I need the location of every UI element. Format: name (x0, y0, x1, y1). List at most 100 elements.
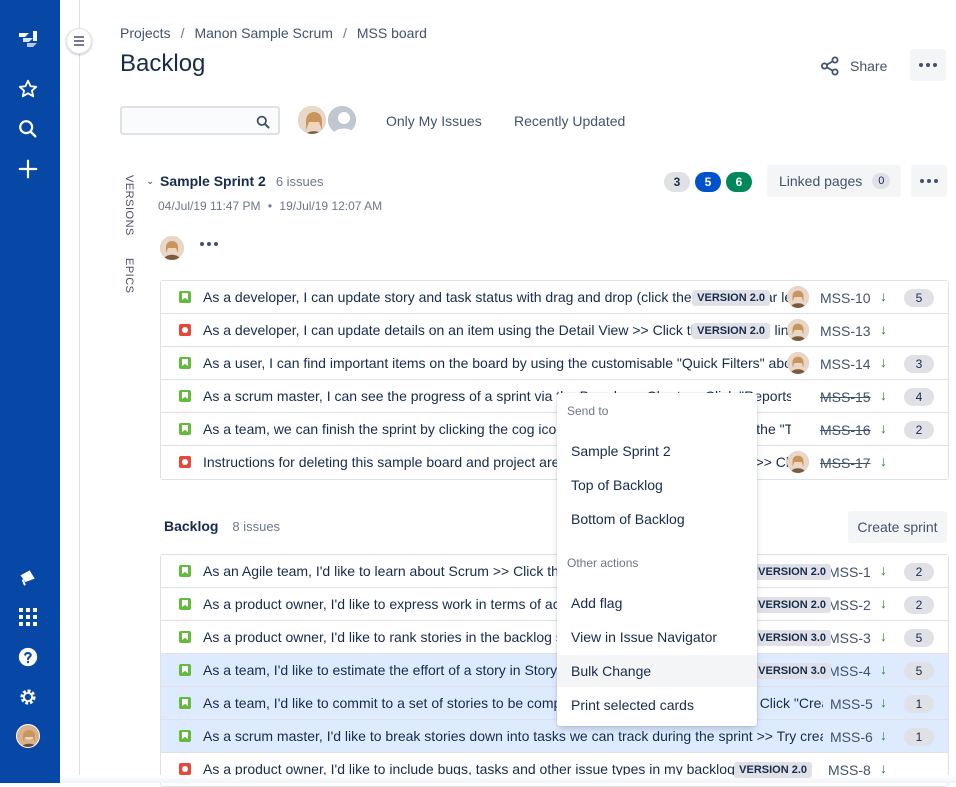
megaphone-icon[interactable] (10, 559, 46, 595)
issue-key[interactable]: MSS-6 (828, 729, 873, 745)
menu-item-bottom-of-backlog[interactable]: Bottom of Backlog (557, 503, 757, 535)
linked-pages-button[interactable]: Linked pages 0 (767, 165, 901, 197)
menu-item-view-in-issue-navigator[interactable]: View in Issue Navigator (557, 621, 757, 653)
sprint-more-button[interactable] (911, 165, 947, 197)
filter-avatar-unassigned[interactable] (326, 104, 358, 136)
collapse-sidebar-button[interactable] (66, 28, 92, 54)
menu-item-send-to-sprint[interactable]: Sample Sprint 2 (557, 435, 757, 467)
issue-key[interactable]: MSS-10 (820, 290, 871, 306)
story-icon (179, 423, 191, 435)
story-icon (179, 390, 191, 402)
search-icon[interactable] (10, 111, 46, 147)
chevron-down-icon[interactable]: ⌄ (146, 176, 160, 187)
backlog-name: Backlog (164, 518, 219, 534)
menu-item-print-selected-cards[interactable]: Print selected cards (557, 689, 757, 721)
breadcrumb-project[interactable]: Manon Sample Scrum (194, 25, 333, 41)
issue-key[interactable]: MSS-16 (820, 422, 871, 438)
share-icon (821, 56, 839, 76)
more-icon (920, 179, 938, 183)
issue-row[interactable]: As a developer, I can update details on … (161, 314, 948, 347)
sprint-start: 04/Jul/19 11:47 PM (158, 199, 261, 213)
app-switcher-icon[interactable] (10, 599, 46, 635)
menu-item-add-flag[interactable]: Add flag (557, 587, 757, 619)
search-input[interactable] (120, 106, 280, 135)
menu-icon (74, 36, 84, 46)
story-points: 1 (904, 695, 934, 713)
assignee-avatar (787, 352, 809, 374)
plus-icon[interactable] (10, 151, 46, 187)
star-icon[interactable] (10, 71, 46, 107)
issue-summary: As a scrum master, I'd like to break sto… (203, 728, 823, 744)
profile-avatar[interactable] (16, 724, 40, 748)
issue-key[interactable]: MSS-1 (828, 564, 871, 580)
story-icon (179, 697, 191, 709)
issue-row[interactable]: As a team, we can finish the sprint by c… (161, 413, 948, 446)
story-points: 5 (904, 662, 934, 680)
share-button[interactable]: Share (820, 54, 887, 78)
bottom-fade (60, 775, 956, 783)
search-icon (256, 115, 270, 129)
quick-filter-recently-updated[interactable]: Recently Updated (514, 113, 625, 129)
issue-key[interactable]: MSS-15 (820, 389, 871, 405)
priority-low-icon: ↓ (880, 321, 887, 337)
version-lozenge: VERSION 2.0 (692, 323, 770, 339)
issue-row[interactable]: As an Agile team, I'd like to learn abou… (161, 555, 948, 588)
issue-row[interactable]: As a user, I can find important items on… (161, 347, 948, 380)
issue-row-selected[interactable]: As a team, I'd like to estimate the effo… (161, 654, 948, 687)
story-icon (179, 664, 191, 676)
issue-row[interactable]: As a scrum master, I can see the progres… (161, 380, 948, 413)
jira-logo-icon[interactable] (10, 22, 46, 58)
issue-row[interactable]: As a product owner, I'd like to express … (161, 588, 948, 621)
bug-icon (179, 763, 191, 775)
issue-row[interactable]: As a developer, I can update story and t… (161, 281, 948, 314)
tab-versions[interactable]: VERSIONS (123, 175, 135, 236)
issue-key[interactable]: MSS-17 (820, 455, 871, 471)
create-sprint-button[interactable]: Create sprint (848, 511, 947, 543)
issue-key[interactable]: MSS-3 (828, 630, 871, 646)
issue-key[interactable]: MSS-2 (828, 597, 871, 613)
version-lozenge: VERSION 2.0 (753, 597, 831, 613)
quick-filter-only-my-issues[interactable]: Only My Issues (386, 113, 482, 129)
issue-key[interactable]: MSS-4 (828, 663, 871, 679)
issue-row[interactable]: Instructions for deleting this sample bo… (161, 446, 948, 479)
priority-low-icon: ↓ (880, 420, 887, 436)
breadcrumb-board[interactable]: MSS board (357, 25, 427, 41)
priority-low-icon: ↓ (880, 562, 887, 578)
breadcrumb-projects[interactable]: Projects (120, 25, 171, 41)
sidebar-rail (60, 0, 80, 783)
story-icon (179, 291, 191, 303)
menu-item-bulk-change[interactable]: Bulk Change (557, 655, 757, 687)
issue-row-selected[interactable]: As a scrum master, I'd like to break sto… (161, 720, 948, 753)
sprint-name: Sample Sprint 2 (160, 173, 266, 189)
story-points: 2 (904, 563, 934, 581)
menu-item-top-of-backlog[interactable]: Top of Backlog (557, 469, 757, 501)
page-more-button[interactable] (910, 49, 946, 81)
filter-avatar-user[interactable] (296, 104, 328, 136)
sprint-issue-list: As a developer, I can update story and t… (160, 280, 949, 480)
settings-icon[interactable] (10, 679, 46, 715)
story-icon (179, 357, 191, 369)
story-points: 5 (904, 289, 934, 307)
version-lozenge: VERSION 2.0 (734, 762, 812, 778)
share-label: Share (850, 58, 888, 74)
priority-low-icon: ↓ (880, 661, 887, 677)
sprint-assignee-more[interactable] (200, 242, 218, 246)
priority-low-icon: ↓ (880, 628, 887, 644)
issue-key[interactable]: MSS-5 (828, 696, 873, 712)
issue-key[interactable]: MSS-14 (820, 356, 871, 372)
priority-low-icon: ↓ (880, 354, 887, 370)
sprint-assignee-avatar[interactable] (160, 236, 184, 260)
priority-low-icon: ↓ (880, 595, 887, 611)
story-points: 2 (904, 596, 934, 614)
story-icon (179, 730, 191, 742)
story-points: 1 (904, 728, 934, 746)
issue-key[interactable]: MSS-13 (820, 323, 871, 339)
tab-epics[interactable]: EPICS (123, 258, 135, 294)
more-icon (919, 63, 937, 67)
linked-pages-label: Linked pages (779, 173, 863, 189)
issue-row-selected[interactable]: As a team, I'd like to commit to a set o… (161, 687, 948, 720)
sprint-header[interactable]: ⌄ Sample Sprint 2 6 issues (146, 173, 324, 189)
priority-low-icon: ↓ (880, 694, 887, 710)
help-icon[interactable] (10, 639, 46, 675)
issue-row[interactable]: As a product owner, I'd like to rank sto… (161, 621, 948, 654)
